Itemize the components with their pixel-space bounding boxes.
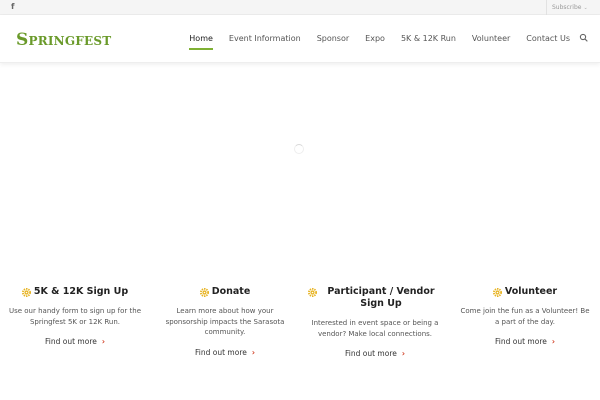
search-icon[interactable] xyxy=(577,31,591,45)
top-bar: f Subscribe ⌄ xyxy=(0,0,600,15)
find-out-more-link[interactable]: Find out more › xyxy=(195,348,255,357)
link-label: Find out more xyxy=(195,347,247,357)
link-label: Find out more xyxy=(495,337,547,346)
feature-description: Come join the fun as a Volunteer! Be a p… xyxy=(460,307,590,326)
loading-spinner xyxy=(294,144,304,154)
feature-title: 5K & 12K Sign Up xyxy=(33,286,129,297)
find-out-more-link[interactable]: Find out more › xyxy=(495,337,555,346)
subscribe-dropdown[interactable]: Subscribe ⌄ xyxy=(546,0,600,15)
feature-description: Use our handy form to sign up for the Sp… xyxy=(8,307,142,326)
feature-description: Learn more about how your sponsorship im… xyxy=(165,307,285,336)
feature-volunteer: Volunteer Come join the fun as a Volunte… xyxy=(450,286,600,360)
subscribe-label: Subscribe xyxy=(552,4,582,11)
gear-icon xyxy=(21,288,31,297)
nav-expo[interactable]: Expo xyxy=(365,15,385,63)
nav-run[interactable]: 5K & 12K Run xyxy=(401,15,456,63)
find-out-more-link[interactable]: Find out more › xyxy=(345,349,405,358)
chevron-right-icon: › xyxy=(101,337,105,346)
feature-vendor-signup: Participant / Vendor Sign Up Interested … xyxy=(300,286,450,360)
main-nav: Home Event Information Sponsor Expo 5K &… xyxy=(173,15,570,63)
nav-event-information[interactable]: Event Information xyxy=(229,15,301,63)
chevron-down-icon: ⌄ xyxy=(583,5,588,11)
nav-contact-us[interactable]: Contact Us xyxy=(526,15,570,63)
site-header: Springfest Home Event Information Sponso… xyxy=(0,15,600,63)
gear-icon xyxy=(492,288,502,297)
gear-icon xyxy=(199,288,209,297)
feature-title: Volunteer xyxy=(504,286,558,297)
chevron-right-icon: › xyxy=(551,337,555,346)
link-label: Find out more xyxy=(345,349,397,358)
chevron-right-icon: › xyxy=(401,349,405,358)
feature-row: 5K & 12K Sign Up Use our handy form to s… xyxy=(0,286,600,360)
feature-title: Donate xyxy=(211,286,251,297)
feature-description: Interested in event space or being a ven… xyxy=(311,319,439,338)
link-label: Find out more xyxy=(45,337,97,346)
nav-volunteer[interactable]: Volunteer xyxy=(472,15,510,63)
nav-sponsor[interactable]: Sponsor xyxy=(317,15,349,63)
site-logo[interactable]: Springfest xyxy=(16,29,111,51)
chevron-right-icon: › xyxy=(251,347,255,357)
feature-title: Participant / Vendor Sign Up xyxy=(327,286,435,309)
facebook-icon[interactable]: f xyxy=(11,1,14,13)
nav-home[interactable]: Home xyxy=(189,15,213,63)
find-out-more-link[interactable]: Find out more › xyxy=(45,337,105,346)
feature-run-signup: 5K & 12K Sign Up Use our handy form to s… xyxy=(0,286,150,360)
feature-donate: Donate Learn more about how your sponsor… xyxy=(150,286,300,360)
gear-icon xyxy=(308,288,317,297)
